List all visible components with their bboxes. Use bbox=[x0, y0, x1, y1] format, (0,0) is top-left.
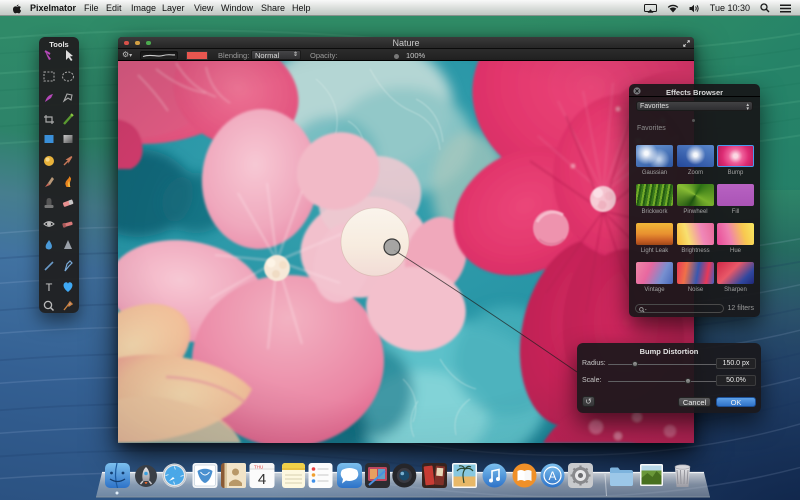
svg-text:A: A bbox=[548, 469, 556, 483]
svg-text:4: 4 bbox=[258, 471, 266, 488]
svg-text:THU: THU bbox=[254, 465, 263, 470]
svg-text:T: T bbox=[46, 282, 53, 294]
